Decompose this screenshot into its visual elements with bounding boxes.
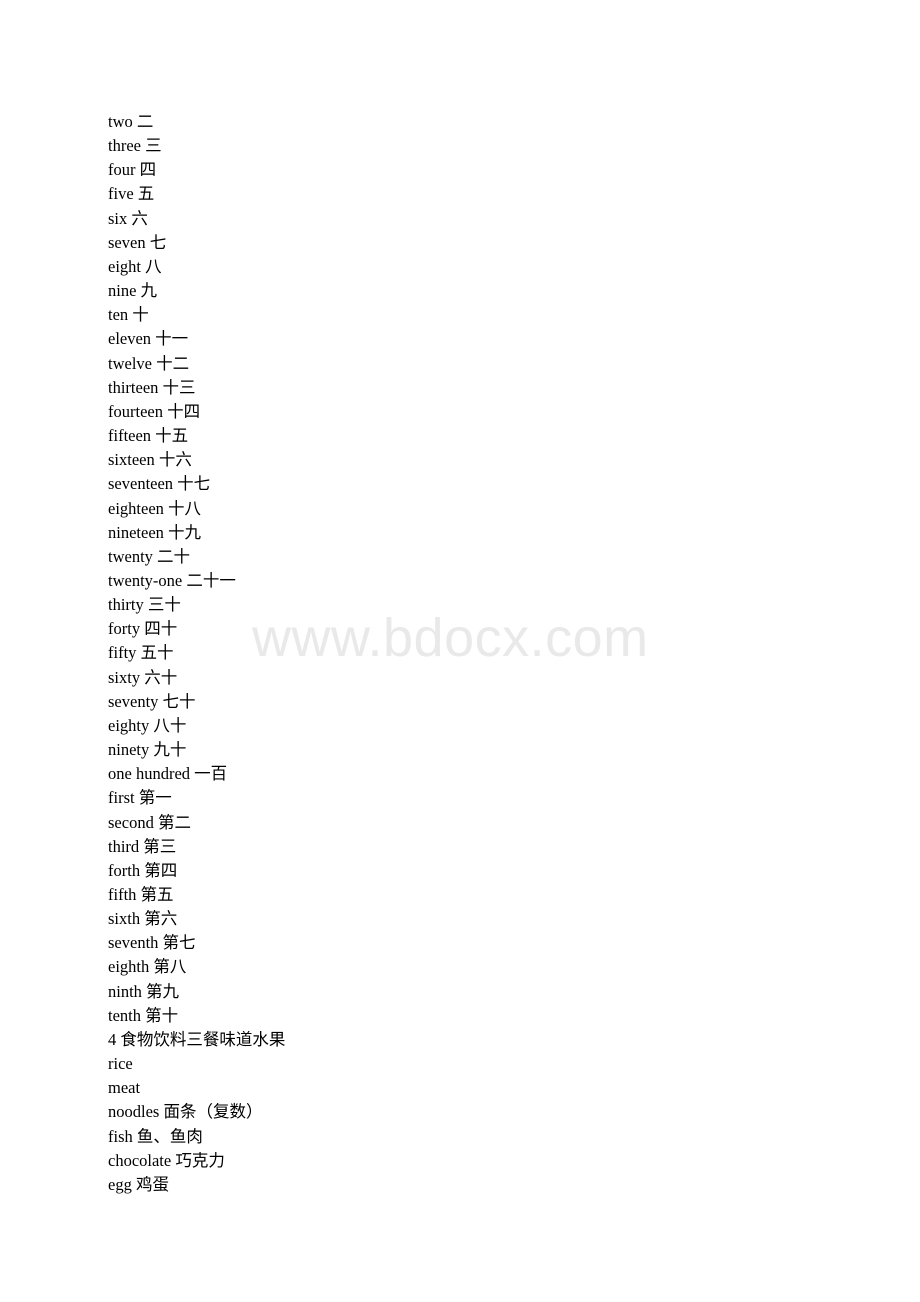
vocab-line: tenth 第十 [108,1005,179,1025]
vocab-line: sixth 第六 [108,909,178,929]
vocab-line: forth 第四 [108,860,178,880]
vocab-line: eight 八 [108,256,162,276]
vocab-line: two 二 [108,112,154,131]
vocab-line: twenty-one 二十一 [108,570,236,590]
vocab-line: fifty 五十 [108,643,174,663]
vocab-line: four 四 [108,160,157,180]
vocab-line: seventy 七十 [108,691,196,711]
vocab-line: eleven 十一 [108,329,189,349]
vocab-line: seventh 第七 [108,933,196,953]
vocab-line: 4 食物饮料三餐味道水果 [108,1029,286,1049]
vocab-line: fifteen 十五 [108,426,189,446]
vocab-line: sixteen 十六 [108,450,192,470]
vocab-line: first 第一 [108,788,172,808]
vocab-line: six 六 [108,208,148,228]
vocab-line: ninety 九十 [108,740,187,760]
vocab-line: five 五 [108,184,155,204]
vocab-line: eighth 第八 [108,957,187,977]
vocab-line: ten 十 [108,305,149,325]
vocab-line: forty 四十 [108,619,178,639]
vocab-line: three 三 [108,136,162,156]
vocab-line: fish 鱼、鱼肉 [108,1126,203,1146]
vocab-line: fifth 第五 [108,885,174,904]
vocab-line: third 第三 [108,836,177,856]
vocab-line: chocolate 巧克力 [108,1150,225,1170]
vocab-line: rice [108,1054,133,1074]
vocab-line: twenty 二十 [108,546,191,566]
vocab-line: thirty 三十 [108,595,181,615]
vocab-line: seventeen 十七 [108,474,211,494]
vocab-line: seven 七 [108,232,167,252]
vocab-line: nineteen 十九 [108,522,202,542]
vocab-line: meat [108,1078,141,1098]
vocab-line: egg 鸡蛋 [108,1174,169,1194]
vocab-line: eighteen 十八 [108,498,202,518]
vocab-line: noodles 面条（复数） [108,1102,263,1122]
vocabulary-list: two 二 three 三 four 四 five 五 six 六 seven 七 eigh… [108,110,808,1197]
vocab-line: ninth 第九 [108,981,180,1001]
vocab-line: fourteen 十四 [108,401,201,421]
vocab-line: sixty 六十 [108,667,178,687]
vocab-line: twelve 十二 [108,353,190,373]
vocab-line: second 第二 [108,812,191,832]
document-page: www.bdocx.com two 二 three 三 four 四 five 五 si… [0,0,920,1302]
vocab-line: thirteen 十三 [108,377,196,397]
vocab-line: eighty 八十 [108,715,187,735]
vocab-line: nine 九 [108,281,158,301]
vocab-line: one hundred 一百 [108,764,228,784]
